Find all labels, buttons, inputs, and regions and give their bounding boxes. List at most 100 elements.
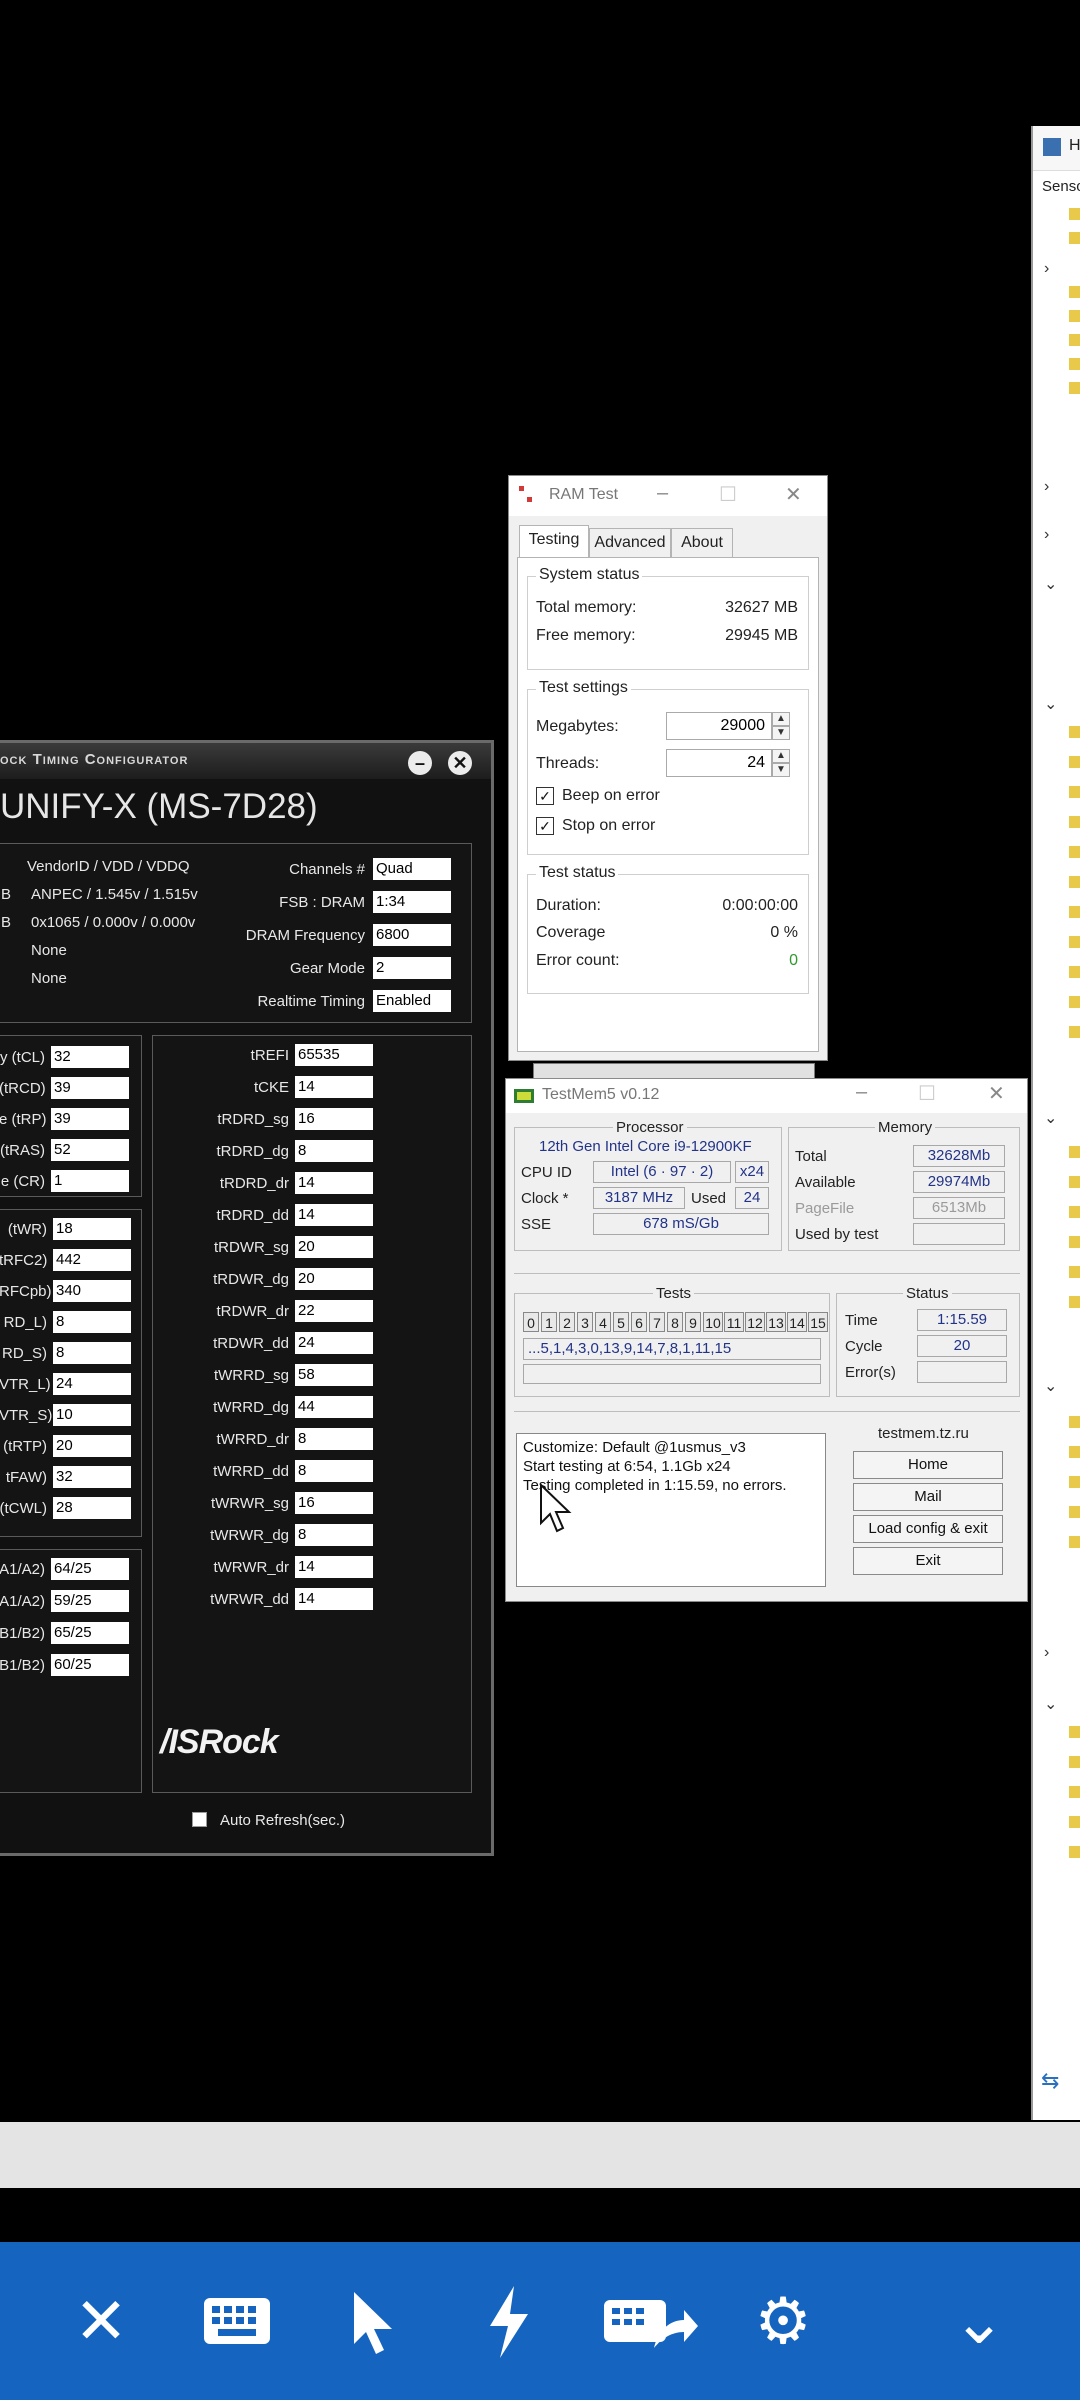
chevron-right-icon[interactable]: › — [1044, 478, 1049, 496]
info-row-prefix: B — [1, 914, 12, 931]
asrock-titlebar[interactable]: ock Timing Configurator – ✕ — [0, 743, 491, 779]
sensor-icon — [1069, 1506, 1080, 1518]
timing-label: tRDWR_sg — [213, 1239, 289, 1256]
primary-timings-panel: y (tCL) 32 (tRCD) 39 e (tRP) 39 (tRAS) 5… — [0, 1035, 142, 1197]
timing-value: 52 — [51, 1139, 129, 1161]
chevron-right-icon[interactable]: › — [1044, 526, 1049, 544]
timing-value: 32 — [53, 1466, 131, 1488]
exit-button[interactable]: Exit — [853, 1547, 1003, 1575]
sensor-icon — [1069, 1846, 1080, 1858]
tests-group: Tests 0 1 2 3 4 5 6 7 8 9 10 11 12 13 14… — [514, 1285, 830, 1397]
motherboard-name: UNIFY-X (MS-7D28) — [0, 787, 318, 826]
home-button[interactable]: Home — [853, 1451, 1003, 1479]
megabytes-down-button[interactable]: ▼ — [772, 726, 790, 740]
timing-label: (tRTP) — [3, 1438, 47, 1455]
beep-on-error-checkbox[interactable]: ✓ — [536, 787, 554, 805]
timing-label: (tWR) — [7, 1221, 47, 1238]
timing-label: e (CR) — [0, 1173, 45, 1190]
tests-title: Tests — [653, 1285, 695, 1302]
ram-test-titlebar[interactable]: RAM Test – ☐ ✕ — [509, 476, 827, 516]
info-header: VendorID / VDD / VDDQ — [27, 858, 190, 875]
lightning-icon[interactable] — [464, 2276, 554, 2366]
cpu-name: 12th Gen Intel Core i9-12900KF — [539, 1138, 752, 1155]
timing-value: 14 — [295, 1204, 373, 1226]
testmem5-window: TestMem5 v0.12 – ☐ ✕ Processor 12th Gen … — [505, 1078, 1028, 1602]
chevron-right-icon[interactable]: › — [1044, 1644, 1049, 1662]
divider — [514, 1411, 1020, 1412]
chevron-down-icon[interactable]: ⌄ — [1044, 1376, 1057, 1396]
minimize-button[interactable]: – — [657, 482, 668, 505]
timing-label: tWRWR_dr — [213, 1559, 289, 1576]
megabytes-input[interactable]: 29000 — [666, 712, 772, 740]
timing-value: 32 — [51, 1046, 129, 1068]
keyboard-send-icon[interactable] — [600, 2276, 700, 2366]
chevron-down-icon[interactable]: ⌄ — [934, 2276, 1024, 2366]
timing-label: tRDWR_dd — [213, 1335, 289, 1352]
maximize-button[interactable]: ☐ — [719, 482, 737, 507]
channels-label: Channels # — [289, 861, 365, 878]
sensor-icon — [1069, 1266, 1080, 1278]
arrows-icon[interactable]: ⇆ — [1041, 2068, 1059, 2094]
chevron-down-icon[interactable]: ⌄ — [1044, 694, 1057, 714]
hwinfo-titlebar[interactable]: H — [1033, 126, 1080, 171]
sensor-icon — [1069, 1726, 1080, 1738]
chevron-right-icon[interactable]: › — [1044, 260, 1049, 278]
realtime-timing-label: Realtime Timing — [257, 993, 365, 1010]
pagefile-label: PageFile — [795, 1200, 855, 1217]
rtt-value: 65/25 — [51, 1622, 129, 1644]
close-icon[interactable]: ✕ — [56, 2276, 146, 2366]
stop-on-error-checkbox[interactable]: ✓ — [536, 817, 554, 835]
gear-mode-value: 2 — [373, 957, 451, 979]
close-button[interactable]: ✕ — [448, 751, 472, 775]
cpu-id-label: CPU ID — [521, 1164, 572, 1181]
threads-input[interactable]: 24 — [666, 749, 772, 777]
sensor-icon — [1069, 1756, 1080, 1768]
rtt-value: 64/25 — [51, 1558, 129, 1580]
tab-about[interactable]: About — [671, 528, 733, 558]
chevron-down-icon[interactable]: ⌄ — [1044, 1108, 1057, 1128]
memory-group: Memory Total 32628Mb Available 29974Mb P… — [788, 1119, 1020, 1251]
sensor-icon — [1069, 876, 1080, 888]
tab-testing[interactable]: Testing — [519, 525, 589, 558]
clock-value: 3187 MHz — [593, 1187, 685, 1209]
sensor-icon — [1069, 1146, 1080, 1158]
megabytes-up-button[interactable]: ▲ — [772, 712, 790, 726]
chevron-down-icon[interactable]: ⌄ — [1044, 1694, 1057, 1714]
chevron-down-icon[interactable]: ⌄ — [1044, 574, 1057, 594]
threads-down-button[interactable]: ▼ — [772, 763, 790, 777]
keyboard-icon[interactable] — [192, 2276, 282, 2366]
tab-advanced[interactable]: Advanced — [589, 528, 671, 558]
test-order-value: ...5,1,4,3,0,13,9,14,7,8,1,11,15 — [523, 1338, 821, 1360]
threads-up-button[interactable]: ▲ — [772, 749, 790, 763]
error-count-label: Error count: — [536, 952, 620, 969]
test-cell: 1 — [541, 1312, 557, 1332]
timing-label: VTR_L) — [0, 1376, 51, 1393]
asrock-title: ock Timing Configurator — [0, 751, 189, 768]
timing-label: tRDRD_dd — [216, 1207, 289, 1224]
status-group: Status Time 1:15.59 Cycle 20 Error(s) — [836, 1285, 1020, 1397]
close-button[interactable]: ✕ — [785, 482, 802, 507]
pointer-icon[interactable] — [328, 2276, 418, 2366]
maximize-button[interactable]: ☐ — [918, 1081, 936, 1106]
load-config-exit-button[interactable]: Load config & exit — [853, 1515, 1003, 1543]
close-button[interactable]: ✕ — [988, 1081, 1005, 1106]
test-cell: 5 — [613, 1312, 629, 1332]
stop-on-error-label: Stop on error — [562, 817, 656, 834]
available-label: Available — [795, 1174, 856, 1191]
errors-value — [917, 1361, 1007, 1383]
gear-icon[interactable]: ⚙ — [738, 2276, 828, 2366]
sse-value: 678 mS/Gb — [593, 1213, 769, 1235]
site-link[interactable]: testmem.tz.ru — [878, 1425, 969, 1442]
timing-value: 24 — [53, 1373, 131, 1395]
testmem5-titlebar[interactable]: TestMem5 v0.12 – ☐ ✕ — [506, 1079, 1027, 1113]
timing-label: tWRWR_dd — [210, 1591, 289, 1608]
test-settings-group: Test settings Megabytes: 29000 ▲ ▼ Threa… — [527, 679, 809, 855]
minimize-button[interactable]: – — [856, 1081, 867, 1104]
timing-value: 16 — [295, 1108, 373, 1130]
mail-button[interactable]: Mail — [853, 1483, 1003, 1511]
processor-title: Processor — [613, 1119, 687, 1136]
minimize-button[interactable]: – — [408, 751, 432, 775]
tertiary-timings-panel: tREFI 65535 tCKE 14 tRDRD_sg 16 tRDRD_dg… — [152, 1035, 472, 1793]
auto-refresh-checkbox[interactable] — [192, 1812, 207, 1827]
time-value: 1:15.59 — [917, 1309, 1007, 1331]
